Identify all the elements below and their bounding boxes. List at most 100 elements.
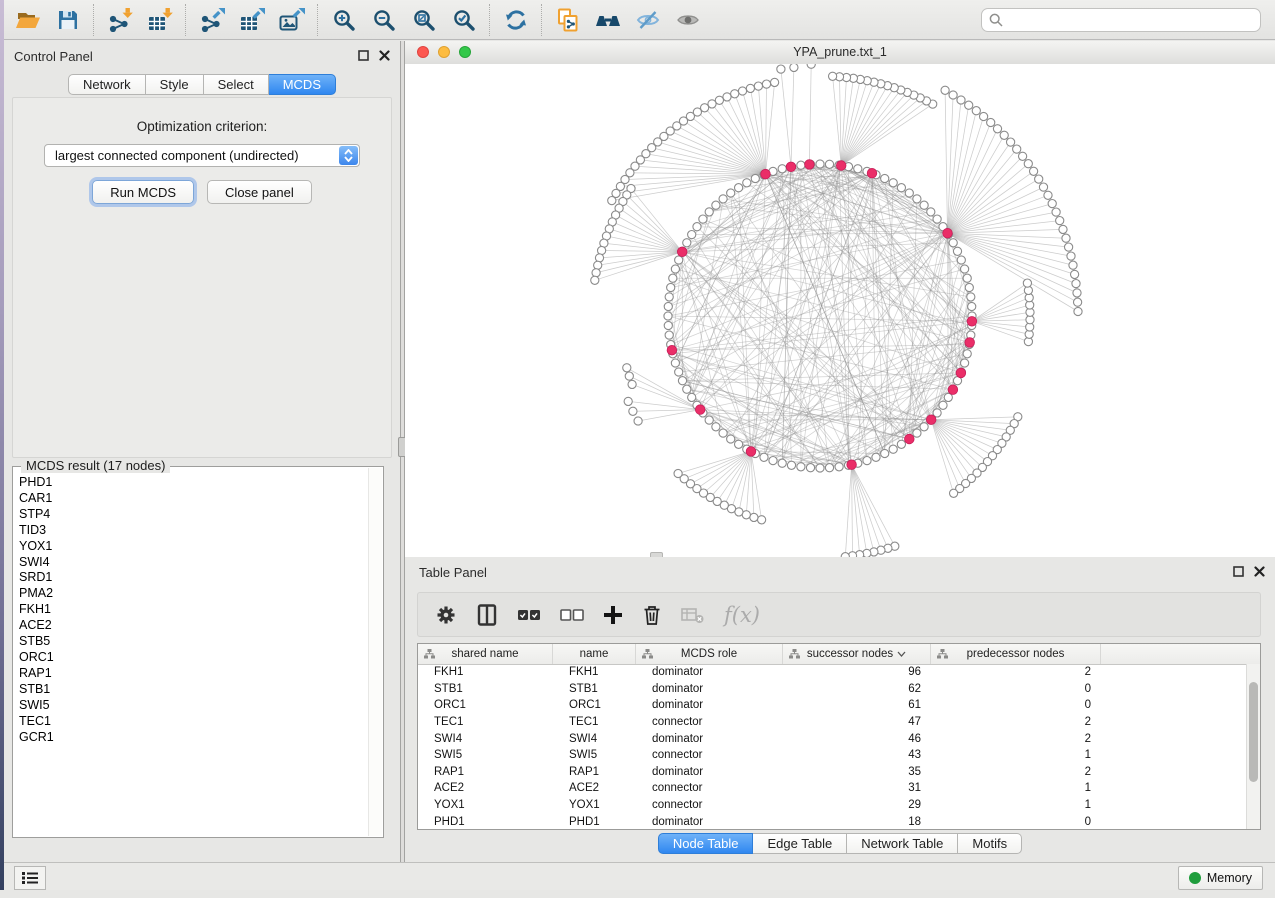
refresh-layout-icon[interactable] xyxy=(496,3,536,37)
export-table-icon[interactable] xyxy=(232,3,272,37)
tab-motifs[interactable]: Motifs xyxy=(958,833,1022,854)
table-row[interactable]: FKH1FKH1dominator962 xyxy=(418,664,1260,681)
column-header-predecessor-nodes[interactable]: predecessor nodes xyxy=(931,644,1101,664)
open-session-icon[interactable] xyxy=(8,3,48,37)
table-scrollbar[interactable] xyxy=(1246,664,1260,829)
cell-successor_nodes: 31 xyxy=(783,782,931,794)
cell-shared_name: TEC1 xyxy=(418,716,553,728)
zoom-out-icon[interactable] xyxy=(364,3,404,37)
table-row[interactable]: RAP1RAP1dominator352 xyxy=(418,764,1260,781)
network-canvas[interactable] xyxy=(405,64,1275,557)
table-scrollbar-thumb[interactable] xyxy=(1249,682,1258,782)
column-header-MCDS-role[interactable]: MCDS role xyxy=(636,644,783,664)
mcds-result-item[interactable]: STB5 xyxy=(19,634,368,650)
zoom-selected-icon[interactable] xyxy=(444,3,484,37)
column-header-name[interactable]: name xyxy=(553,644,636,664)
close-panel-icon[interactable] xyxy=(1254,566,1265,577)
tab-node-table[interactable]: Node Table xyxy=(658,833,754,854)
mcds-result-item[interactable]: SWI5 xyxy=(19,698,368,714)
cell-shared_name: FKH1 xyxy=(418,666,553,678)
table-settings-gear-icon[interactable] xyxy=(435,604,457,626)
export-network-icon[interactable] xyxy=(192,3,232,37)
mcds-result-item[interactable]: PMA2 xyxy=(19,586,368,602)
table-row[interactable]: TEC1TEC1connector472 xyxy=(418,714,1260,731)
mcds-result-item[interactable]: TID3 xyxy=(19,523,368,539)
first-neighbors-icon[interactable] xyxy=(588,3,628,37)
column-header-shared-name[interactable]: shared name xyxy=(418,644,553,664)
mcds-result-item[interactable]: GCR1 xyxy=(19,730,368,746)
import-table-icon[interactable] xyxy=(140,3,180,37)
mcds-result-item[interactable]: STP4 xyxy=(19,507,368,523)
zoom-in-icon[interactable] xyxy=(324,3,364,37)
search-input[interactable] xyxy=(1008,12,1260,28)
mcds-result-item[interactable]: FKH1 xyxy=(19,602,368,618)
task-history-button[interactable] xyxy=(14,866,46,890)
run-mcds-button[interactable]: Run MCDS xyxy=(92,180,194,204)
tab-mcds[interactable]: MCDS xyxy=(269,74,336,95)
mcds-result-item[interactable]: ORC1 xyxy=(19,650,368,666)
tab-style[interactable]: Style xyxy=(146,74,204,95)
tab-edge-table[interactable]: Edge Table xyxy=(753,833,847,854)
new-network-from-selection-icon[interactable] xyxy=(548,3,588,37)
mcds-result-item[interactable]: SWI4 xyxy=(19,555,368,571)
tab-network[interactable]: Network xyxy=(68,74,146,95)
mcds-result-item[interactable]: PHD1 xyxy=(19,475,368,491)
search-box[interactable] xyxy=(981,8,1261,32)
cell-predecessor_nodes: 1 xyxy=(931,749,1101,761)
mcds-result-item[interactable]: TEC1 xyxy=(19,714,368,730)
import-network-icon[interactable] xyxy=(100,3,140,37)
delete-column-icon[interactable] xyxy=(642,604,662,626)
window-close-icon[interactable] xyxy=(417,46,429,58)
memory-button[interactable]: Memory xyxy=(1178,866,1263,890)
fit-content-icon[interactable] xyxy=(404,3,444,37)
table-row[interactable]: STB1STB1dominator620 xyxy=(418,681,1260,698)
cell-mcds_role: dominator xyxy=(636,666,783,678)
show-all-icon[interactable] xyxy=(668,3,708,37)
export-image-icon[interactable] xyxy=(272,3,312,37)
task-list-icon xyxy=(21,871,39,885)
table-row[interactable]: YOX1YOX1connector291 xyxy=(418,797,1260,814)
float-panel-icon[interactable] xyxy=(1233,566,1244,577)
mcds-result-item[interactable]: ACE2 xyxy=(19,618,368,634)
select-all-icon[interactable] xyxy=(517,607,541,623)
add-column-icon[interactable] xyxy=(603,605,623,625)
float-panel-icon[interactable] xyxy=(358,50,369,61)
criterion-select[interactable]: largest connected component (undirected) xyxy=(44,144,360,167)
search-icon xyxy=(989,13,1003,27)
table-row[interactable]: ACE2ACE2connector311 xyxy=(418,780,1260,797)
cell-mcds_role: connector xyxy=(636,716,783,728)
mcds-result-item[interactable]: STB1 xyxy=(19,682,368,698)
mcds-result-item[interactable]: SRD1 xyxy=(19,570,368,586)
window-minimize-icon[interactable] xyxy=(438,46,450,58)
tab-select[interactable]: Select xyxy=(204,74,269,95)
mcds-result-item[interactable]: YOX1 xyxy=(19,539,368,555)
cell-predecessor_nodes: 1 xyxy=(931,799,1101,811)
table-row[interactable]: ORC1ORC1dominator610 xyxy=(418,697,1260,714)
mcds-result-item[interactable]: RAP1 xyxy=(19,666,368,682)
mcds-result-item[interactable]: CAR1 xyxy=(19,491,368,507)
window-maximize-icon[interactable] xyxy=(459,46,471,58)
cell-shared_name: RAP1 xyxy=(418,766,553,778)
show-columns-icon[interactable] xyxy=(476,604,498,626)
cell-predecessor_nodes: 2 xyxy=(931,666,1101,678)
table-row[interactable]: PHD1PHD1dominator180 xyxy=(418,813,1260,830)
cell-name: ORC1 xyxy=(553,699,636,711)
column-namespace-icon xyxy=(789,649,800,659)
mcds-list-scrollbar[interactable] xyxy=(368,468,382,836)
column-header-successor-nodes[interactable]: successor nodes xyxy=(783,644,931,664)
close-panel-icon[interactable] xyxy=(379,50,390,61)
mcds-panel: Optimization criterion: largest connecte… xyxy=(12,97,392,458)
cell-successor_nodes: 47 xyxy=(783,716,931,728)
tab-network-table[interactable]: Network Table xyxy=(847,833,958,854)
criterion-value: largest connected component (undirected) xyxy=(45,148,299,163)
table-row[interactable]: SWI4SWI4dominator462 xyxy=(418,730,1260,747)
cytoscape-window: Control Panel NetworkStyleSelectMCDS Opt… xyxy=(0,0,1275,898)
deselect-all-icon[interactable] xyxy=(560,607,584,623)
table-row[interactable]: SWI5SWI5connector431 xyxy=(418,747,1260,764)
toolbar-separator xyxy=(541,4,543,36)
save-session-icon[interactable] xyxy=(48,3,88,37)
hide-selected-icon[interactable] xyxy=(628,3,668,37)
column-namespace-icon xyxy=(937,649,948,659)
close-panel-button[interactable]: Close panel xyxy=(207,180,312,204)
toolbar-separator xyxy=(93,4,95,36)
